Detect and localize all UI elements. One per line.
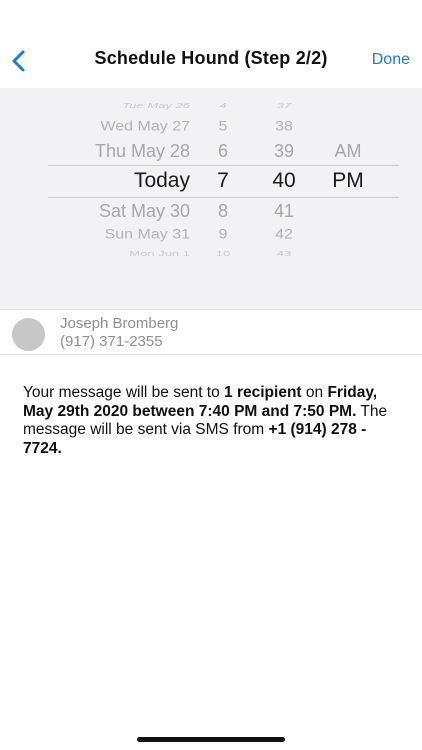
picker-hour-selected[interactable]: 7 bbox=[195, 169, 251, 193]
recipient-row[interactable]: Joseph Bromberg (917) 371-2355 bbox=[0, 310, 422, 354]
picker-minute-column[interactable]: 37 38 39 40 41 42 43 bbox=[254, 88, 314, 310]
summary-recipient-count: 1 recipient bbox=[224, 384, 302, 401]
picker-hour-option[interactable]: 6 bbox=[195, 141, 251, 162]
picker-date-option[interactable]: Tue May 26 bbox=[0, 101, 190, 109]
picker-minute-option[interactable]: 38 bbox=[254, 119, 314, 134]
picker-hour-option[interactable]: 8 bbox=[195, 201, 251, 222]
picker-hour-option[interactable]: 4 bbox=[195, 101, 251, 109]
picker-date-option[interactable]: Thu May 28 bbox=[0, 141, 190, 162]
picker-date-column[interactable]: Tue May 26 Wed May 27 Thu May 28 Today S… bbox=[0, 88, 190, 310]
picker-ampm-column[interactable]: AM PM bbox=[318, 88, 378, 310]
picker-minute-option[interactable]: 37 bbox=[254, 101, 314, 109]
picker-date-option[interactable]: Sat May 30 bbox=[0, 201, 190, 222]
page-title: Schedule Hound (Step 2/2) bbox=[94, 48, 328, 68]
navigation-bar: Schedule Hound (Step 2/2) Done bbox=[0, 0, 422, 88]
picker-date-option[interactable]: Sun May 31 bbox=[0, 227, 190, 242]
picker-minute-option[interactable]: 42 bbox=[254, 227, 314, 242]
summary-text: Your message will be sent to bbox=[23, 384, 225, 401]
avatar bbox=[12, 318, 45, 351]
picker-hour-option[interactable]: 5 bbox=[195, 119, 251, 134]
picker-minute-option[interactable]: 39 bbox=[254, 141, 314, 162]
date-time-picker[interactable]: Tue May 26 Wed May 27 Thu May 28 Today S… bbox=[0, 88, 422, 310]
recipient-phone: (917) 371-2355 bbox=[60, 333, 163, 350]
picker-date-selected[interactable]: Today bbox=[0, 169, 190, 193]
done-button[interactable]: Done bbox=[372, 51, 410, 69]
picker-minute-selected[interactable]: 40 bbox=[254, 169, 314, 193]
picker-minute-option[interactable]: 43 bbox=[254, 249, 314, 257]
picker-hour-option[interactable]: 10 bbox=[195, 249, 251, 257]
picker-hour-column[interactable]: 4 5 6 7 8 9 10 bbox=[195, 88, 251, 310]
picker-ampm-option[interactable]: AM bbox=[318, 141, 378, 162]
divider bbox=[0, 354, 422, 355]
recipient-name: Joseph Bromberg bbox=[60, 315, 179, 332]
picker-minute-option[interactable]: 41 bbox=[254, 201, 314, 222]
picker-ampm-selected[interactable]: PM bbox=[318, 169, 378, 193]
picker-date-option[interactable]: Wed May 27 bbox=[0, 119, 190, 134]
summary-text: on bbox=[301, 384, 328, 401]
picker-date-option[interactable]: Mon Jun 1 bbox=[0, 249, 190, 257]
picker-hour-option[interactable]: 9 bbox=[195, 227, 251, 242]
home-indicator bbox=[137, 737, 285, 742]
schedule-summary: Your message will be sent to 1 recipient… bbox=[23, 384, 403, 458]
